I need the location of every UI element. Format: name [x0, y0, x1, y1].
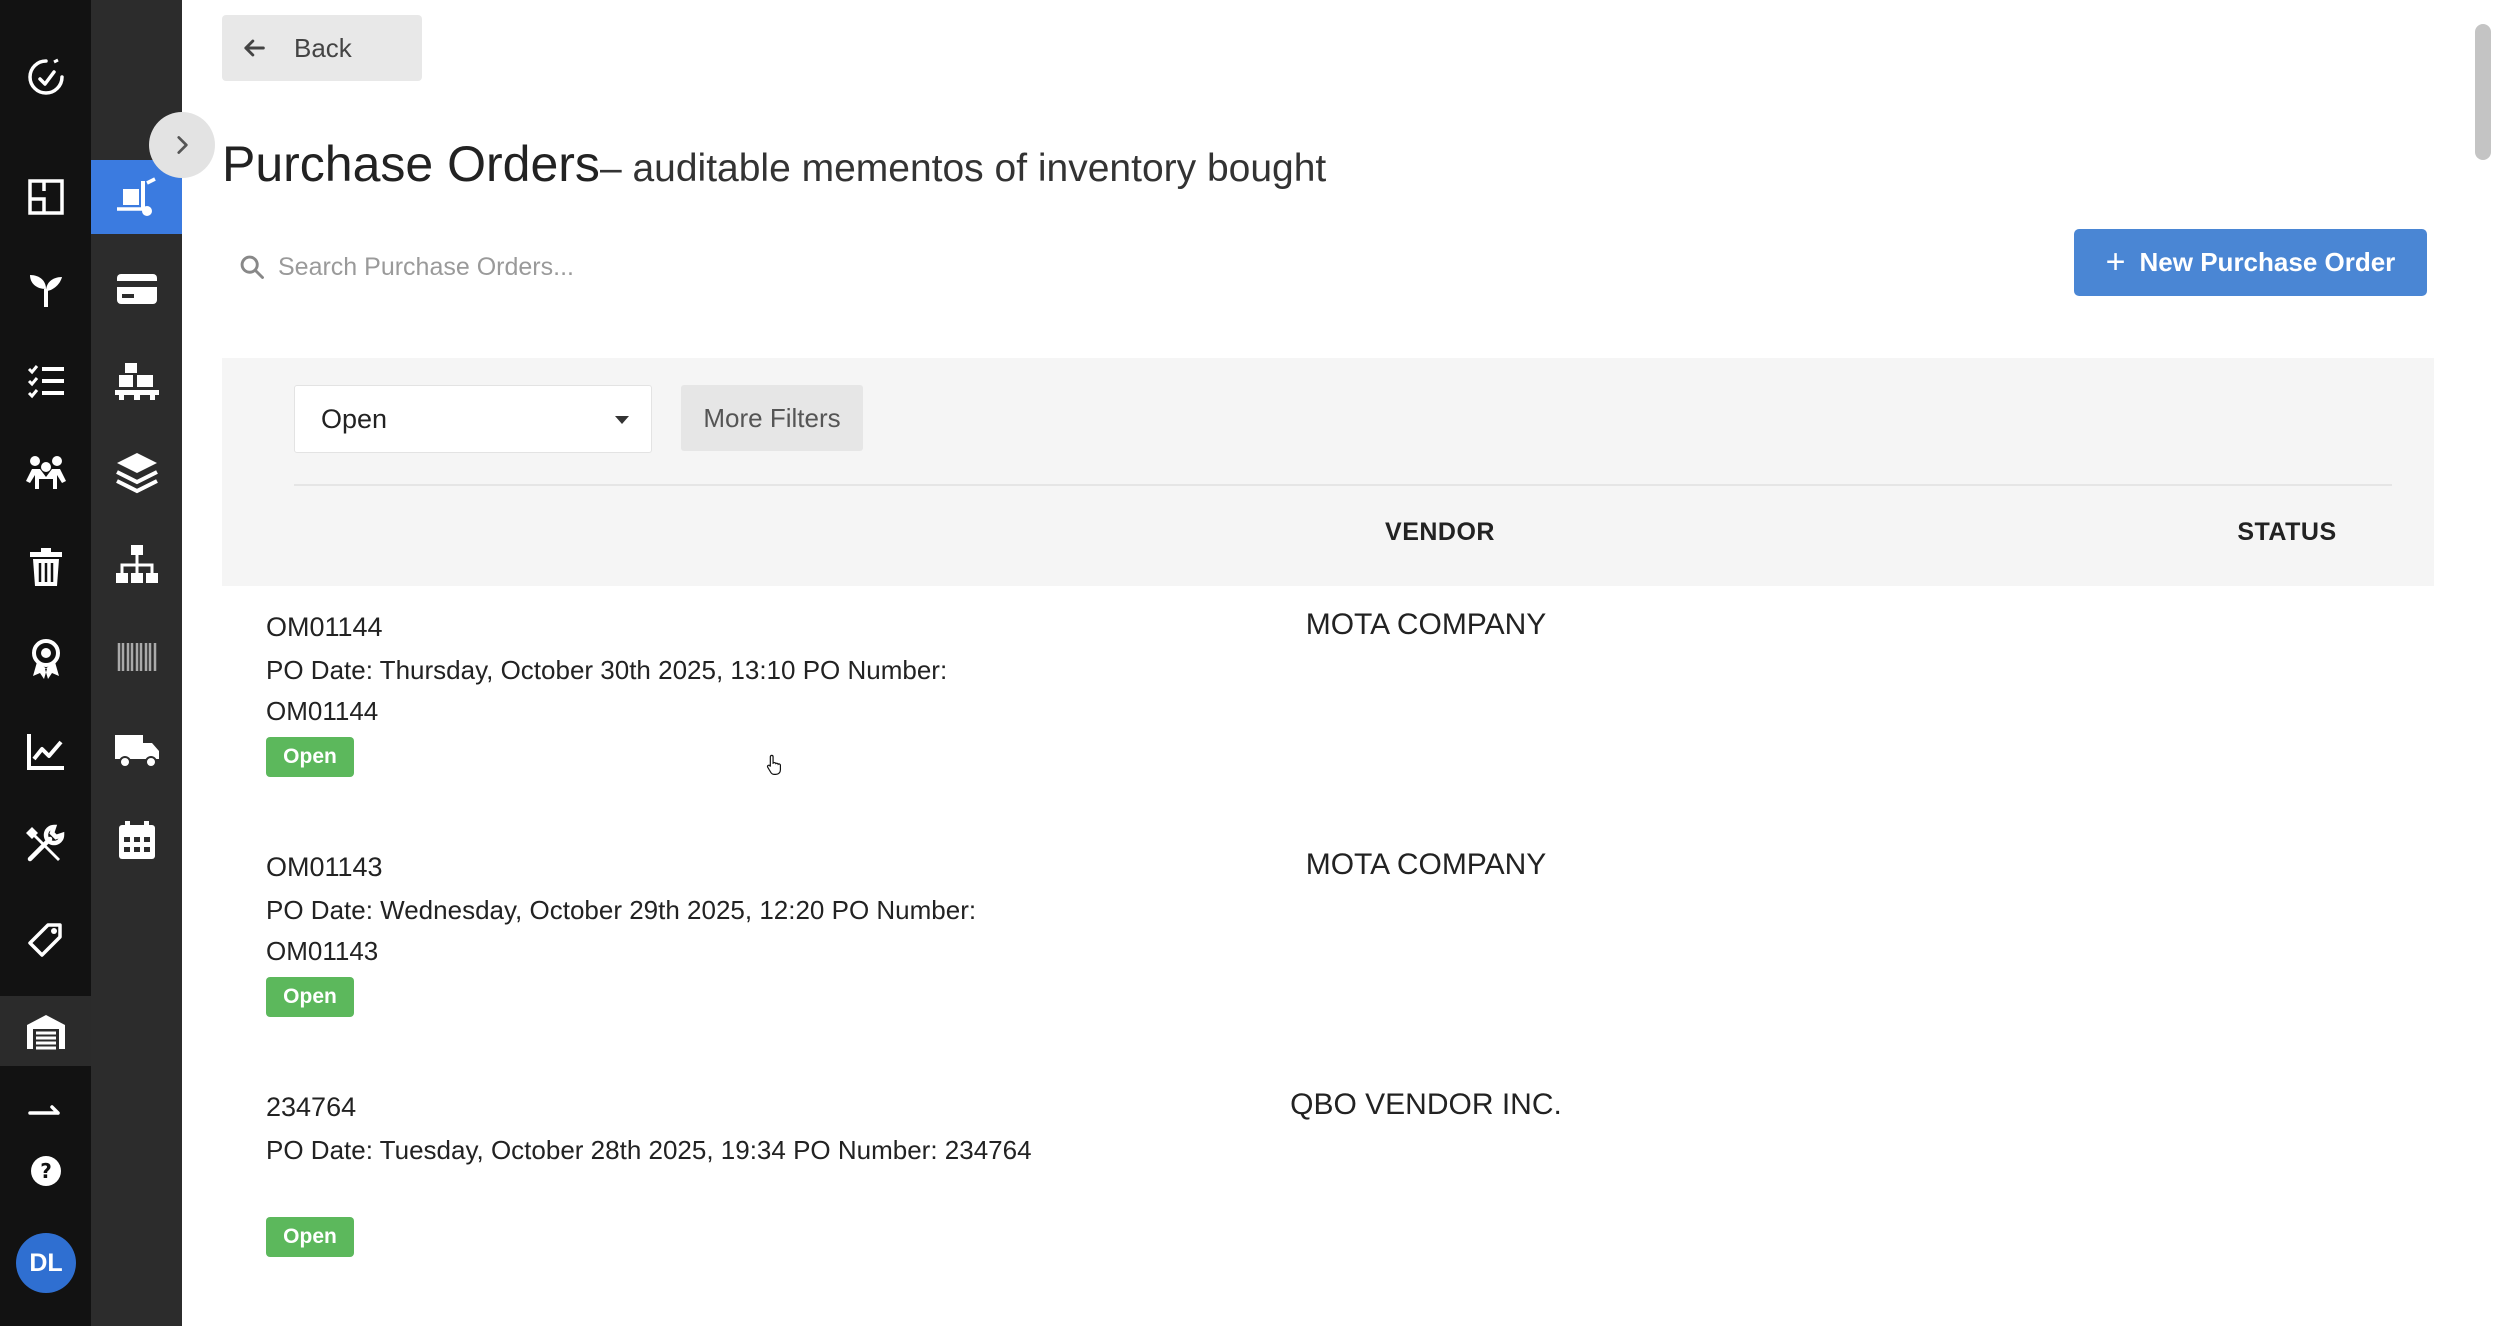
- filter-panel: Open More Filters VENDOR STATUS: [222, 358, 2434, 586]
- back-label: Back: [294, 32, 352, 63]
- vendor-name: MOTA COMPANY: [1305, 608, 1547, 641]
- help-icon[interactable]: ?: [0, 1136, 91, 1206]
- status-badge: Open: [266, 737, 354, 777]
- page-title-main: Purchase Orders: [222, 136, 600, 192]
- more-filters-button[interactable]: More Filters: [681, 385, 863, 451]
- team-icon[interactable]: [0, 438, 91, 508]
- status-filter-value: Open: [321, 403, 388, 434]
- credit-card-icon[interactable]: [91, 252, 182, 326]
- page-subtitle: – auditable mementos of inventory bought: [599, 147, 1327, 190]
- svg-text:?: ?: [40, 1159, 52, 1183]
- trash-icon[interactable]: [0, 532, 91, 602]
- tag-icon[interactable]: [0, 902, 91, 972]
- search-input[interactable]: [278, 252, 628, 282]
- search-icon: [240, 255, 264, 279]
- chevron-right-icon: [177, 136, 188, 154]
- scrollbar-thumb[interactable]: [2475, 24, 2491, 160]
- purchase-order-row[interactable]: OM01143 PO Date: Wednesday, October 29th…: [222, 830, 2434, 1060]
- delivery-truck-icon[interactable]: [91, 712, 182, 786]
- dashboard-gauge-icon[interactable]: [0, 42, 91, 112]
- user-avatar[interactable]: DL: [16, 1233, 76, 1293]
- search-bar: [238, 244, 638, 290]
- floorplan-icon[interactable]: [0, 162, 91, 232]
- analytics-chart-icon[interactable]: [0, 716, 91, 786]
- pallet-boxes-icon[interactable]: [91, 344, 182, 418]
- primary-sidebar: ? DL: [0, 0, 91, 1326]
- hand-cursor-icon: [763, 752, 785, 783]
- status-filter-select[interactable]: Open: [294, 385, 652, 453]
- po-id[interactable]: OM01144: [266, 612, 383, 643]
- secondary-sidebar: [91, 0, 182, 1326]
- plus-icon: +: [2105, 243, 2126, 281]
- new-purchase-order-label: New Purchase Order: [2139, 247, 2396, 277]
- po-description: PO Date: Thursday, October 30th 2025, 13…: [266, 655, 948, 726]
- vendor-name: QBO VENDOR INC.: [1290, 1088, 1562, 1121]
- back-button[interactable]: Back: [222, 15, 422, 81]
- po-id[interactable]: OM01143: [266, 852, 383, 883]
- purchase-order-row[interactable]: 234764 PO Date: Tuesday, October 28th 20…: [222, 1070, 2434, 1300]
- layers-icon[interactable]: [91, 436, 182, 510]
- column-header-status[interactable]: STATUS: [2212, 518, 2362, 547]
- arrow-left-icon: [222, 15, 286, 81]
- tools-icon[interactable]: [0, 808, 91, 878]
- status-badge: Open: [266, 977, 354, 1017]
- po-description: PO Date: Tuesday, October 28th 2025, 19:…: [266, 1135, 1032, 1165]
- page-title: Purchase Orders– auditable mementos of i…: [222, 135, 1326, 193]
- po-description: PO Date: Wednesday, October 29th 2025, 1…: [266, 895, 977, 966]
- new-purchase-order-button[interactable]: + New Purchase Order: [2074, 229, 2427, 296]
- calendar-icon[interactable]: [91, 804, 182, 878]
- caret-down-icon: [615, 416, 629, 424]
- status-badge: Open: [266, 1217, 354, 1257]
- logout-icon[interactable]: [0, 1074, 91, 1144]
- column-header-vendor[interactable]: VENDOR: [1365, 518, 1515, 547]
- vendor-name: MOTA COMPANY: [1305, 848, 1547, 881]
- barcode-icon[interactable]: [91, 620, 182, 694]
- expand-sidebar-button[interactable]: [149, 112, 215, 178]
- sprout-icon[interactable]: [0, 254, 91, 324]
- po-id[interactable]: 234764: [266, 1092, 356, 1123]
- warehouse-icon[interactable]: [0, 996, 91, 1066]
- hierarchy-icon[interactable]: [91, 528, 182, 602]
- checklist-icon[interactable]: [0, 346, 91, 416]
- purchase-order-row[interactable]: OM01144 PO Date: Thursday, October 30th …: [222, 590, 2434, 820]
- divider: [294, 484, 2392, 486]
- award-icon[interactable]: [0, 624, 91, 694]
